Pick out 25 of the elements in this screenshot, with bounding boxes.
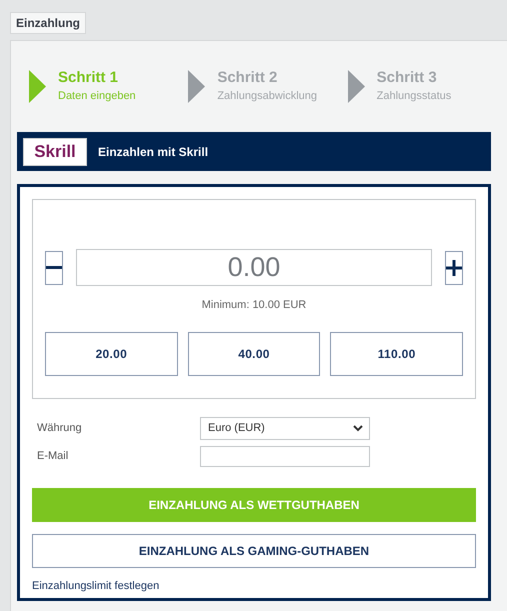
currency-label: Währung — [37, 422, 83, 434]
deposit-limit-link[interactable]: Einzahlungslimit festlegen — [32, 580, 160, 592]
deposit-gaming-button[interactable]: EINZAHLUNG ALS GAMING-GUTHABEN — [32, 534, 476, 568]
payment-method-label: Einzahlen mit Skrill — [98, 144, 208, 158]
email-input[interactable] — [200, 446, 370, 466]
step-title: Schritt 3 — [376, 69, 438, 87]
minimum-text: Minimum: 10.00 EUR — [200, 299, 308, 311]
step-title: Schritt 2 — [217, 69, 278, 87]
decrease-button[interactable] — [45, 250, 63, 284]
chevron-down-icon — [353, 424, 363, 432]
step-title: Schritt 1 — [58, 69, 120, 87]
skrill-logo: Skrill — [23, 138, 87, 166]
amount-preset-button[interactable]: 110.00 — [330, 332, 464, 376]
step-subtitle: Zahlungsabwicklung — [217, 89, 317, 103]
plus-icon — [446, 260, 462, 276]
amount-preset-button[interactable]: 20.00 — [45, 332, 178, 376]
currency-select[interactable]: Euro (EUR) — [200, 416, 370, 440]
amount-preset-button[interactable]: 40.00 — [188, 332, 320, 376]
step-subtitle: Daten eingeben — [58, 89, 136, 103]
deposit-tab[interactable]: Einzahlung — [10, 12, 86, 34]
email-label: E-Mail — [37, 450, 70, 462]
minus-icon — [46, 266, 62, 269]
step-subtitle: Zahlungsstatus — [376, 89, 452, 103]
amount-input[interactable]: 0.00 — [76, 249, 432, 286]
increase-button[interactable] — [445, 250, 463, 284]
